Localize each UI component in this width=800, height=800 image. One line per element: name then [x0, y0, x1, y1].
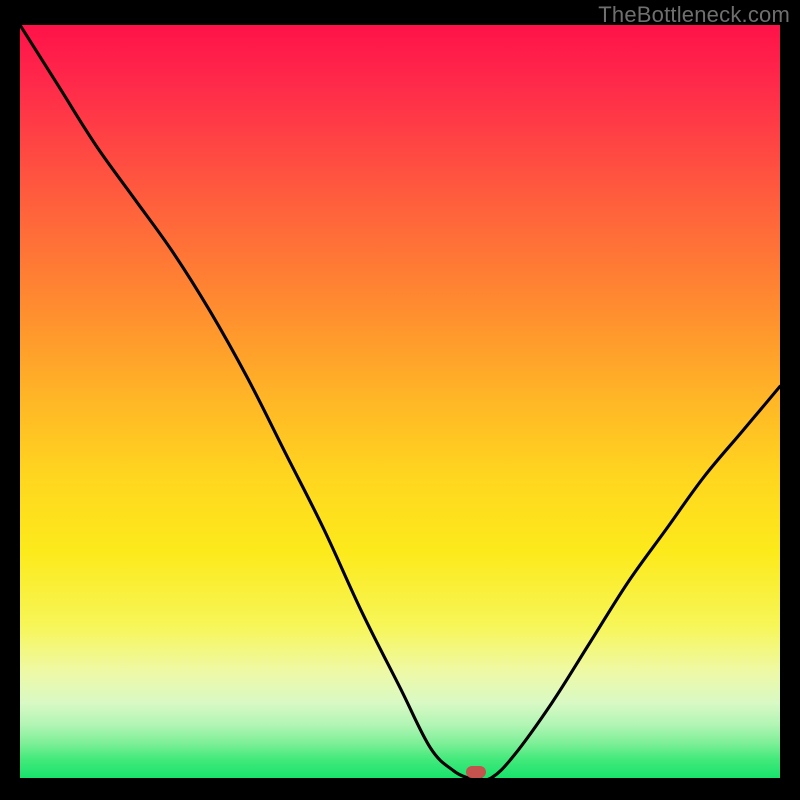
chart-frame: TheBottleneck.com — [0, 0, 800, 800]
curve-layer — [20, 25, 780, 778]
optimal-point-marker — [466, 766, 486, 778]
bottleneck-curve — [20, 25, 780, 778]
watermark-text: TheBottleneck.com — [598, 2, 790, 28]
plot-area — [20, 25, 780, 778]
